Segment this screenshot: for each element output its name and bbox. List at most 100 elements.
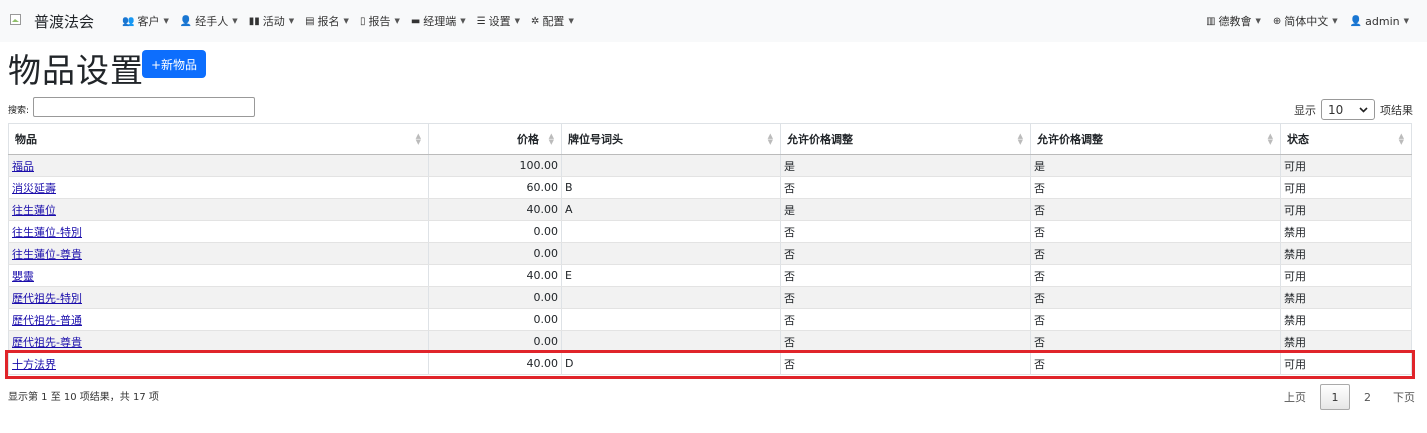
page-length-select[interactable]: 10: [1321, 99, 1375, 120]
item-link[interactable]: 歷代祖先-尊貴: [12, 336, 82, 349]
nav-item-map[interactable]: ▮▮ 活动 ▼: [249, 13, 294, 29]
item-link[interactable]: 歷代祖先-普通: [12, 314, 82, 327]
cell-adj1: 是: [780, 154, 1031, 177]
next-page-button[interactable]: 下页: [1393, 389, 1415, 405]
cell-status: 禁用: [1280, 308, 1412, 331]
table-row: 歷代祖先-特別 0.00 否否禁用: [8, 286, 1412, 309]
item-link[interactable]: 往生蓮位: [12, 204, 56, 217]
search-input[interactable]: [33, 97, 255, 117]
new-item-button[interactable]: +新物品: [142, 50, 206, 78]
item-link[interactable]: 消災延壽: [12, 182, 56, 195]
cell-item: 嬰靈: [8, 264, 429, 287]
cell-price: 40.00: [428, 198, 562, 221]
main-menu: 👥 客户 ▼ 👤 经手人 ▼ ▮▮ 活动 ▼ ▤ 报名 ▼ ▯ 报告 ▼ ▬ 经理端 ▼ ☰ 设置 ▼ ✲ 配置 ▼: [122, 13, 585, 29]
nav-item-sliders[interactable]: ☰ 设置 ▼: [477, 13, 520, 29]
cell-prefix: B: [561, 176, 781, 199]
nav-item-label: 德教會: [1218, 15, 1252, 28]
user-menu: ▥ 德教會 ▼ ⊕ 简体中文 ▼ 👤 admin ▼: [1194, 13, 1409, 29]
cell-prefix: A: [561, 198, 781, 221]
caret-down-icon: ▼: [394, 17, 400, 25]
nav-item-person[interactable]: 👤 经手人 ▼: [180, 13, 238, 29]
page-button[interactable]: 2: [1364, 391, 1371, 404]
item-link[interactable]: 福品: [12, 160, 34, 173]
table-row: 歷代祖先-普通 0.00 否否禁用: [8, 308, 1412, 331]
cell-item: 歷代祖先-特別: [8, 286, 429, 309]
item-link[interactable]: 往生蓮位-特別: [12, 226, 82, 239]
cell-adj1: 是: [780, 198, 1031, 221]
column-header-label: 物品: [15, 133, 37, 146]
cell-prefix: [561, 308, 781, 331]
column-header[interactable]: 物品 ▲ ▼: [8, 123, 429, 155]
column-header[interactable]: 状态 ▲ ▼: [1280, 123, 1412, 155]
table-row: 往生蓮位 40.00 A 是否可用: [8, 198, 1412, 221]
cell-prefix: [561, 286, 781, 309]
nav-item-globe[interactable]: ⊕ 简体中文 ▼: [1273, 13, 1338, 29]
sort-icon: ▲ ▼: [1398, 132, 1404, 146]
cell-status: 可用: [1280, 176, 1412, 199]
nav-item-user[interactable]: 👤 admin ▼: [1350, 13, 1409, 29]
cell-adj1: 否: [780, 308, 1031, 331]
brand-name[interactable]: 普渡法会: [34, 11, 94, 32]
cell-prefix: [561, 242, 781, 265]
clipboard-icon: ▤: [305, 15, 315, 27]
column-header[interactable]: 允许价格调整 ▲ ▼: [1030, 123, 1281, 155]
length-suffix: 项结果: [1380, 103, 1413, 117]
cell-adj2: 否: [1030, 220, 1281, 243]
caret-down-icon: ▼: [460, 17, 466, 25]
cell-status: 可用: [1280, 154, 1412, 177]
nav-item-clipboard[interactable]: ▤ 报名 ▼: [305, 13, 349, 29]
pagination: 上页 1 2 下页: [1270, 384, 1415, 410]
nav-item-label: 经手人: [195, 15, 229, 28]
table-row: 嬰靈 40.00 E 否否可用: [8, 264, 1412, 287]
cell-price: 0.00: [428, 220, 562, 243]
cell-status: 禁用: [1280, 286, 1412, 309]
table-row: 消災延壽 60.00 B 否否可用: [8, 176, 1412, 199]
nav-item-gear[interactable]: ✲ 配置 ▼: [531, 13, 574, 29]
sort-icon: ▲ ▼: [415, 132, 421, 146]
cell-adj2: 否: [1030, 242, 1281, 265]
cell-status: 禁用: [1280, 242, 1412, 265]
briefcase-icon: ▬: [410, 15, 421, 27]
document-icon: ▯: [359, 15, 366, 27]
cell-price: 40.00: [428, 264, 562, 287]
cell-adj1: 否: [780, 220, 1031, 243]
cell-item: 消災延壽: [8, 176, 429, 199]
nav-item-users[interactable]: 👥 客户 ▼: [122, 13, 169, 29]
broken-image-icon: [10, 14, 21, 25]
caret-down-icon: ▼: [568, 17, 574, 25]
nav-item-label: 配置: [542, 15, 565, 28]
column-header-label: 牌位号词头: [568, 133, 623, 146]
prev-page-button[interactable]: 上页: [1284, 389, 1306, 405]
column-header[interactable]: 允许价格调整 ▲ ▼: [780, 123, 1031, 155]
item-link[interactable]: 歷代祖先-特別: [12, 292, 82, 305]
users-icon: 👥: [122, 15, 135, 27]
sort-icon: ▲ ▼: [1017, 132, 1023, 146]
caret-down-icon: ▼: [514, 17, 521, 25]
table-header-row: 物品 ▲ ▼ 价格 ▲ ▼ 牌位号词头 ▲ ▼ 允许价格调整 ▲ ▼ 允许价格调整 ▲ ▼ 状态 ▲ ▼: [8, 123, 1412, 155]
caret-down-icon: ▼: [343, 17, 349, 25]
cell-adj2: 否: [1030, 308, 1281, 331]
cell-price: 0.00: [428, 286, 562, 309]
cell-item: 往生蓮位-特別: [8, 220, 429, 243]
cell-price: 0.00: [428, 308, 562, 331]
nav-item-building[interactable]: ▥ 德教會 ▼: [1206, 13, 1261, 29]
nav-item-document[interactable]: ▯ 报告 ▼: [360, 13, 400, 29]
page-title: 物品设置: [8, 51, 144, 90]
person-icon: 👤: [179, 15, 193, 27]
item-link[interactable]: 往生蓮位-尊貴: [12, 248, 82, 261]
nav-item-briefcase[interactable]: ▬ 经理端 ▼: [411, 13, 466, 29]
globe-icon: ⊕: [1272, 15, 1282, 27]
cell-adj2: 否: [1030, 286, 1281, 309]
map-icon: ▮▮: [248, 15, 260, 27]
cell-adj2: 否: [1030, 264, 1281, 287]
sort-icon: ▲ ▼: [1267, 132, 1273, 146]
page-button[interactable]: 1: [1320, 384, 1350, 410]
item-link[interactable]: 嬰靈: [12, 270, 34, 283]
cell-item: 福品: [8, 154, 429, 177]
nav-item-label: 报名: [317, 15, 340, 28]
column-header[interactable]: 价格 ▲ ▼: [428, 123, 562, 155]
cell-adj1: 否: [780, 264, 1031, 287]
cell-prefix: [561, 154, 781, 177]
page-length-value: 10: [1328, 102, 1344, 117]
column-header[interactable]: 牌位号词头 ▲ ▼: [561, 123, 781, 155]
